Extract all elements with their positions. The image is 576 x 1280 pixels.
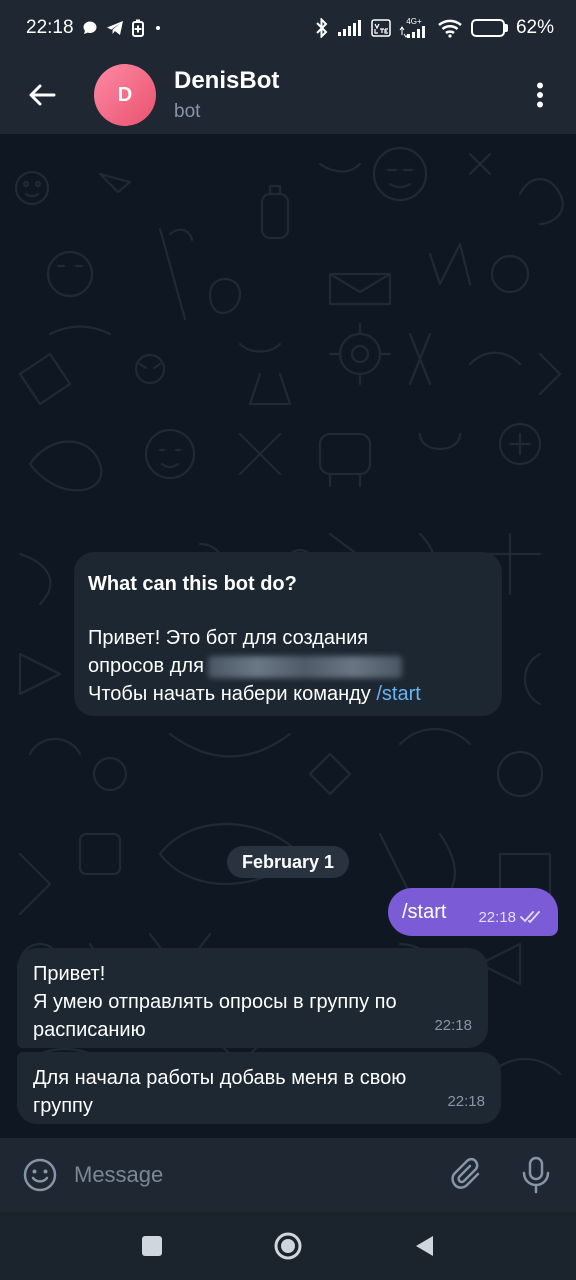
- message-line-1: Привет!: [33, 963, 106, 985]
- circle-icon: [274, 1232, 302, 1260]
- message-time: 22:18: [434, 1017, 472, 1034]
- message-meta: 22:18: [478, 909, 544, 926]
- home-button[interactable]: [268, 1226, 308, 1266]
- message-line-1: Для начала работы добавь меня в свою: [33, 1067, 407, 1089]
- message-input[interactable]: [74, 1162, 446, 1188]
- battery-saver-icon: [131, 19, 144, 37]
- volte-icon: [371, 19, 391, 37]
- chat-header: D DenisBot bot: [0, 56, 576, 134]
- date-divider: February 1: [227, 846, 349, 878]
- status-time: 22:18: [26, 17, 74, 38]
- triangle-back-icon: [416, 1236, 433, 1256]
- message-line-2: Я умею отправлять опросы в группу по: [33, 991, 397, 1013]
- microphone-icon: [522, 1156, 550, 1194]
- incoming-message[interactable]: Для начала работы добавь меня в свою гру…: [17, 1052, 501, 1124]
- network-type-icon: 4G+: [399, 18, 429, 38]
- message-time: 22:18: [447, 1093, 485, 1110]
- bot-info-line-3-text: Чтобы начать набери команду: [88, 683, 371, 705]
- more-menu-button[interactable]: [520, 71, 560, 119]
- dot-indicator-icon: [152, 22, 164, 34]
- chat-title-block[interactable]: DenisBot bot: [174, 67, 279, 123]
- emoji-button[interactable]: [18, 1153, 62, 1197]
- incoming-message[interactable]: Привет! Я умею отправлять опросы в групп…: [17, 948, 488, 1048]
- voice-record-button[interactable]: [514, 1153, 558, 1197]
- paperclip-icon: [451, 1157, 480, 1189]
- chat-subtitle: bot: [174, 101, 201, 122]
- status-bar: 22:18 4G+ 62%: [0, 0, 576, 56]
- chat-area[interactable]: What can this bot do? Привет! Это бот дл…: [0, 134, 576, 1138]
- back-nav-button[interactable]: [404, 1226, 444, 1266]
- message-line-3: расписанию: [33, 1019, 146, 1041]
- start-command-link[interactable]: /start: [376, 683, 420, 705]
- smile-icon: [23, 1158, 57, 1192]
- telegram-icon: [106, 20, 124, 36]
- bot-info-line-2-text: опросов для: [88, 655, 204, 677]
- battery-icon: [470, 19, 508, 37]
- message-line-2: группу: [33, 1095, 93, 1117]
- attach-button[interactable]: [446, 1153, 490, 1197]
- signal-icon: [337, 19, 363, 37]
- avatar[interactable]: D: [94, 64, 156, 126]
- bot-info-line-1: Привет! Это бот для создания: [88, 627, 369, 649]
- arrow-left-icon: [29, 84, 56, 106]
- chat-title: DenisBot: [174, 67, 280, 94]
- bot-info-line-3: Чтобы начать набери команду /start: [88, 680, 488, 708]
- wifi-icon: [437, 18, 463, 38]
- recent-apps-button[interactable]: [132, 1226, 172, 1266]
- system-nav-bar: [0, 1212, 576, 1280]
- double-check-icon: [520, 911, 540, 923]
- message-composer: [0, 1138, 576, 1212]
- bot-info-line-2: опросов для: [88, 652, 488, 680]
- message-icon: [82, 20, 98, 36]
- battery-percent: 62%: [515, 17, 554, 38]
- bot-info-card: What can this bot do? Привет! Это бот дл…: [74, 552, 502, 716]
- message-text: /start: [402, 900, 447, 923]
- message-time: 22:18: [478, 908, 516, 926]
- more-vertical-icon: [537, 82, 543, 108]
- bot-info-body: Привет! Это бот для создания опросов для…: [88, 624, 488, 708]
- bot-info-heading: What can this bot do?: [88, 573, 297, 595]
- square-icon: [142, 1236, 162, 1256]
- bluetooth-icon: [315, 18, 329, 38]
- outgoing-message[interactable]: /start 22:18: [388, 888, 558, 936]
- redacted-name: [207, 655, 402, 678]
- back-button[interactable]: [18, 71, 66, 119]
